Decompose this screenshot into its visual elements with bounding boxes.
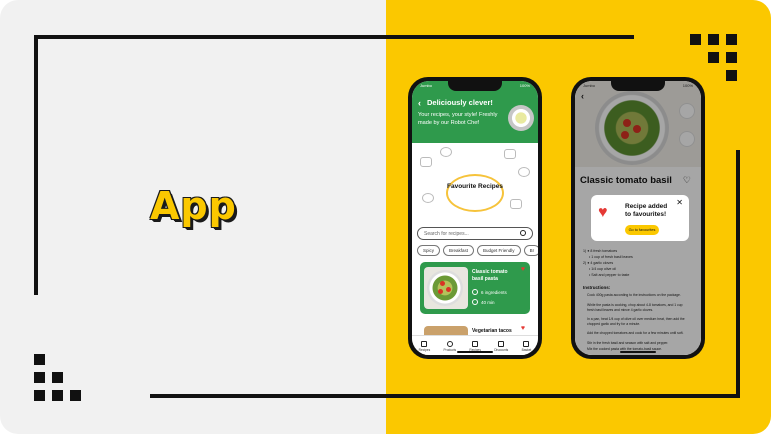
close-icon[interactable]: ✕ xyxy=(676,198,683,207)
cook-time-text: 40 min xyxy=(481,299,495,305)
home-icon xyxy=(421,340,428,347)
phone-notch xyxy=(611,81,665,91)
tomato xyxy=(446,287,451,292)
food-doodle-icon xyxy=(518,167,530,177)
tomato xyxy=(438,289,443,294)
chip-spicy[interactable]: Spicy xyxy=(417,245,441,256)
frame-line-right xyxy=(736,150,740,398)
pixel-square xyxy=(726,52,737,63)
basket-icon xyxy=(523,340,530,347)
nav-label: Recipes xyxy=(418,347,431,352)
phone-screen: Jumbo 100% ‹ Deliciously clever! Your re… xyxy=(412,81,538,355)
nav-discounts[interactable]: Discounts xyxy=(494,340,509,352)
recipe-image xyxy=(424,267,468,309)
chip-breakfast[interactable]: Breakfast xyxy=(443,245,475,256)
nav-label: Basket xyxy=(521,347,532,352)
percent-icon xyxy=(498,340,505,347)
pasta-plate xyxy=(427,270,463,306)
search-icon xyxy=(446,340,453,347)
robot-chef-bowl-icon xyxy=(508,105,534,131)
clock-icon xyxy=(472,299,478,305)
frame-line-top xyxy=(34,35,634,39)
pixel-square xyxy=(690,34,701,45)
header-subtitle: Your recipes, your style! Freshly made b… xyxy=(418,112,498,126)
nav-label: Products xyxy=(443,347,457,352)
carrier-label: Jumbo xyxy=(420,83,433,88)
pixel-square xyxy=(726,34,737,45)
pixel-square xyxy=(708,34,719,45)
search-input[interactable]: Search for recipes... xyxy=(417,227,533,240)
food-doodle-icon xyxy=(440,147,452,157)
favourite-added-popup: ♥ Recipe added to favourites! ✕ Go to fa… xyxy=(591,195,689,241)
frame-line-bottom xyxy=(150,394,740,398)
header-title: Deliciously clever! xyxy=(427,98,493,107)
nav-recipes[interactable]: Recipes xyxy=(469,340,481,352)
favourites-label: Favourite Recipes xyxy=(447,183,503,190)
search-icon[interactable] xyxy=(520,230,526,236)
chip-budget-friendly[interactable]: Budget Friendly xyxy=(477,245,521,256)
favourites-ring[interactable] xyxy=(446,174,504,212)
nav-label: Discounts xyxy=(494,347,509,352)
pixel-square xyxy=(52,372,63,383)
heart-icon: ♥ xyxy=(598,204,608,221)
recipe-title: Classic tomato basil pasta xyxy=(472,269,508,282)
phone-screen: Jumbo 100% ‹ Classic tomato basil ♡ 1) ●… xyxy=(575,81,701,355)
tomato xyxy=(440,281,445,286)
pixel-square xyxy=(708,52,719,63)
cook-time: 40 min xyxy=(472,299,495,305)
battery-label: 100% xyxy=(682,83,693,88)
home-indicator xyxy=(457,351,493,353)
nav-products[interactable]: Products xyxy=(443,340,457,352)
pixel-square xyxy=(34,372,45,383)
food-doodle-icon xyxy=(420,157,432,167)
pixel-square xyxy=(52,390,63,401)
home-indicator xyxy=(620,351,656,353)
frame-line-left xyxy=(34,35,38,295)
popup-message: Recipe added to favourites! xyxy=(625,203,668,218)
recipe-card[interactable]: ♥ Classic tomato basil pasta 6 ingredien… xyxy=(420,262,530,314)
heart-icon[interactable]: ♥ xyxy=(521,325,525,332)
banner-title: App xyxy=(150,184,237,228)
food-doodle-icon xyxy=(422,193,434,203)
heart-icon[interactable]: ♥ xyxy=(521,266,525,273)
cutlery-icon xyxy=(472,340,479,347)
search-placeholder: Search for recipes... xyxy=(424,231,469,237)
go-to-favourites-button[interactable]: Go to favourites xyxy=(625,225,659,235)
pixel-square xyxy=(726,70,737,81)
battery-label: 100% xyxy=(519,83,530,88)
phone-recipe-detail: Jumbo 100% ‹ Classic tomato basil ♡ 1) ●… xyxy=(571,77,705,359)
filter-chips: Spicy Breakfast Budget Friendly Br xyxy=(417,245,538,256)
ingredients-text: 6 ingredients xyxy=(481,289,507,295)
ingredients-icon xyxy=(472,289,478,295)
pixel-square xyxy=(34,354,45,365)
chip-partial[interactable]: Br xyxy=(523,245,538,256)
food-doodle-icon xyxy=(504,149,516,159)
pixel-square xyxy=(34,390,45,401)
food-doodle-icon xyxy=(510,199,522,209)
promo-banner: App Jumbo 100% ‹ Deliciously clever! You… xyxy=(0,0,771,434)
phone-notch xyxy=(448,81,502,91)
nav-basket[interactable]: Basket xyxy=(521,340,532,352)
back-arrow-icon[interactable]: ‹ xyxy=(418,98,421,108)
pixel-square xyxy=(70,390,81,401)
nav-recipes-home[interactable]: Recipes xyxy=(418,340,431,352)
phone-recipes-list: Jumbo 100% ‹ Deliciously clever! Your re… xyxy=(408,77,542,359)
ingredients-count: 6 ingredients xyxy=(472,289,507,295)
carrier-label: Jumbo xyxy=(583,83,596,88)
